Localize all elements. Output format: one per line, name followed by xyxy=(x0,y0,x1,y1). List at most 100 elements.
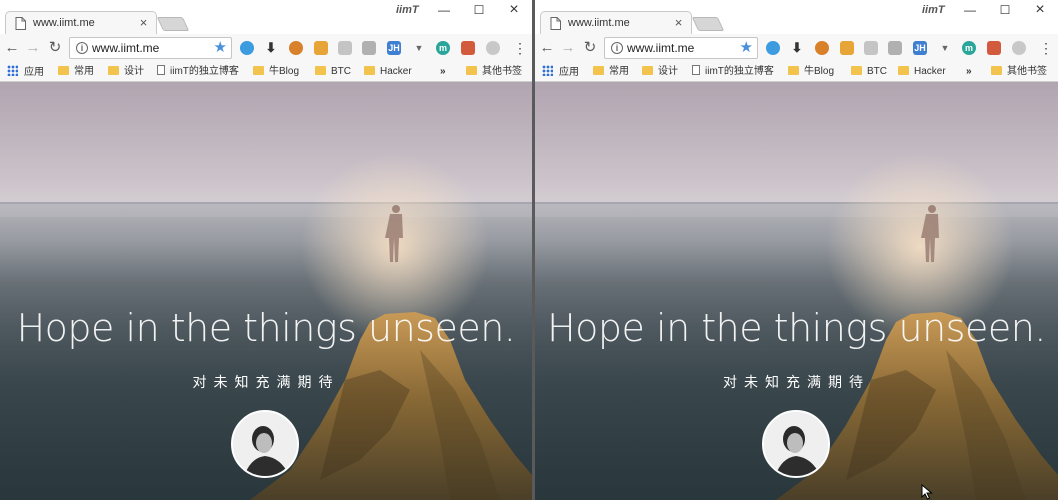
bookmark-folder[interactable]: 牛Blog xyxy=(253,65,299,79)
folder-icon xyxy=(315,66,326,75)
extension-orange-icon[interactable] xyxy=(815,41,829,55)
bookmarks-bar: 应用 常用 设计 iimT的独立博客 牛Blog BTC Hacker » 其他… xyxy=(0,62,532,82)
bookmarks-overflow-button[interactable]: » xyxy=(966,65,972,79)
tab-close-icon[interactable]: × xyxy=(672,16,685,29)
person-figure xyxy=(921,205,939,262)
download-icon[interactable]: ⬇ xyxy=(790,41,804,55)
page-icon xyxy=(692,65,700,75)
bookmark-apps[interactable]: 应用 xyxy=(7,65,44,79)
extension-jh-icon[interactable]: JH xyxy=(387,41,401,55)
page-icon xyxy=(550,17,561,30)
maximize-icon[interactable]: ☐ xyxy=(989,0,1021,20)
folder-icon xyxy=(898,66,909,75)
tab-active[interactable]: www.iimt.me × xyxy=(5,11,157,35)
download-icon[interactable]: ⬇ xyxy=(264,41,278,55)
avatar[interactable] xyxy=(231,410,299,478)
back-icon[interactable]: ← xyxy=(538,39,556,57)
page-hero: Hope in the things unseen. 对未知充满期待 xyxy=(535,82,1058,500)
profile-name[interactable]: iimT xyxy=(396,4,419,16)
extension-jh-icon[interactable]: JH xyxy=(913,41,927,55)
browser-window-left: www.iimt.me × iimT — ☐ × ← → ↻ i www.iim… xyxy=(0,0,532,500)
tab-title: www.iimt.me xyxy=(33,17,95,29)
bookmark-star-icon[interactable]: ★ xyxy=(740,39,753,57)
tab-active[interactable]: www.iimt.me × xyxy=(540,11,692,35)
extension-gray-icon[interactable] xyxy=(338,41,352,55)
hero-subline: 对未知充满期待 xyxy=(192,374,340,390)
forward-icon[interactable]: → xyxy=(559,39,577,57)
folder-icon xyxy=(788,66,799,75)
new-tab-button[interactable] xyxy=(156,17,190,31)
reload-icon[interactable]: ↻ xyxy=(46,39,64,57)
maximize-icon[interactable]: ☐ xyxy=(463,0,495,20)
new-tab-button[interactable] xyxy=(691,17,725,31)
window-close-icon[interactable]: × xyxy=(1024,0,1056,20)
extension-blue-icon[interactable] xyxy=(766,41,780,55)
bookmark-folder[interactable]: 牛Blog xyxy=(788,65,834,79)
apps-icon xyxy=(542,65,553,76)
bookmark-link[interactable]: iimT的独立博客 xyxy=(692,65,774,79)
page-hero: Hope in the things unseen. 对未知充满期待 xyxy=(0,82,532,500)
bookmark-folder[interactable]: 常用 xyxy=(58,65,94,79)
avatar[interactable] xyxy=(762,410,830,478)
bookmark-star-icon[interactable]: ★ xyxy=(214,39,227,57)
folder-icon xyxy=(642,66,653,75)
extension-v-icon[interactable]: ▼ xyxy=(412,41,426,55)
menu-icon[interactable]: ⋮ xyxy=(513,39,527,57)
forward-icon[interactable]: → xyxy=(24,39,42,57)
bookmark-folder[interactable]: Hacker xyxy=(898,65,946,79)
title-bar: www.iimt.me × iimT — ☐ × xyxy=(0,0,532,35)
bookmark-folder[interactable]: BTC xyxy=(315,65,351,79)
extension-m-icon[interactable]: m xyxy=(962,41,976,55)
extension-red-icon[interactable] xyxy=(987,41,1001,55)
bookmark-apps[interactable]: 应用 xyxy=(542,65,579,79)
minimize-icon[interactable]: — xyxy=(428,0,460,20)
extension-gray-icon[interactable] xyxy=(864,41,878,55)
profile-name[interactable]: iimT xyxy=(922,4,945,16)
extension-blue-icon[interactable] xyxy=(240,41,254,55)
address-bar[interactable]: i www.iimt.me ★ xyxy=(69,37,232,59)
bookmark-other-folder[interactable]: 其他书签 xyxy=(991,65,1047,79)
extension-v-icon[interactable]: ▼ xyxy=(938,41,952,55)
bookmark-folder[interactable]: Hacker xyxy=(364,65,412,79)
folder-icon xyxy=(593,66,604,75)
extension-orange-icon[interactable] xyxy=(289,41,303,55)
page-icon xyxy=(15,17,26,30)
toolbar: ← → ↻ i www.iimt.me ★ ⬇ JH ▼ m ⋮ xyxy=(535,34,1058,62)
address-url: www.iimt.me xyxy=(92,41,160,55)
bookmark-other-folder[interactable]: 其他书签 xyxy=(466,65,522,79)
info-icon[interactable]: i xyxy=(76,42,88,54)
extension-circle-icon[interactable] xyxy=(1012,41,1026,55)
back-icon[interactable]: ← xyxy=(3,39,21,57)
folder-icon xyxy=(991,66,1002,75)
mouse-cursor-icon xyxy=(921,484,933,500)
address-bar[interactable]: i www.iimt.me ★ xyxy=(604,37,758,59)
title-bar: www.iimt.me × iimT — ☐ × xyxy=(535,0,1058,35)
extension-circle-icon[interactable] xyxy=(486,41,500,55)
hero-subline: 对未知充满期待 xyxy=(723,374,870,390)
apps-icon xyxy=(7,65,18,76)
menu-icon[interactable]: ⋮ xyxy=(1039,39,1053,57)
extension-grid-icon[interactable] xyxy=(362,41,376,55)
tab-title: www.iimt.me xyxy=(568,17,630,29)
extension-red-icon[interactable] xyxy=(461,41,475,55)
hero-headline: Hope in the things unseen. xyxy=(547,306,1046,350)
tab-close-icon[interactable]: × xyxy=(137,16,150,29)
extension-yellow-icon[interactable] xyxy=(314,41,328,55)
bookmarks-overflow-button[interactable]: » xyxy=(440,65,446,79)
hero-headline: Hope in the things unseen. xyxy=(16,306,516,350)
folder-icon xyxy=(108,66,119,75)
minimize-icon[interactable]: — xyxy=(954,0,986,20)
bookmark-folder[interactable]: 常用 xyxy=(593,65,629,79)
bookmark-folder[interactable]: 设计 xyxy=(108,65,144,79)
address-url: www.iimt.me xyxy=(627,41,695,55)
reload-icon[interactable]: ↻ xyxy=(581,39,599,57)
extension-yellow-icon[interactable] xyxy=(840,41,854,55)
extension-m-icon[interactable]: m xyxy=(436,41,450,55)
extension-grid-icon[interactable] xyxy=(888,41,902,55)
bookmark-link[interactable]: iimT的独立博客 xyxy=(157,65,239,79)
bookmark-folder[interactable]: 设计 xyxy=(642,65,678,79)
window-close-icon[interactable]: × xyxy=(498,0,530,20)
info-icon[interactable]: i xyxy=(611,42,623,54)
bookmarks-bar: 应用 常用 设计 iimT的独立博客 牛Blog BTC Hacker » 其他… xyxy=(535,62,1058,82)
bookmark-folder[interactable]: BTC xyxy=(851,65,887,79)
